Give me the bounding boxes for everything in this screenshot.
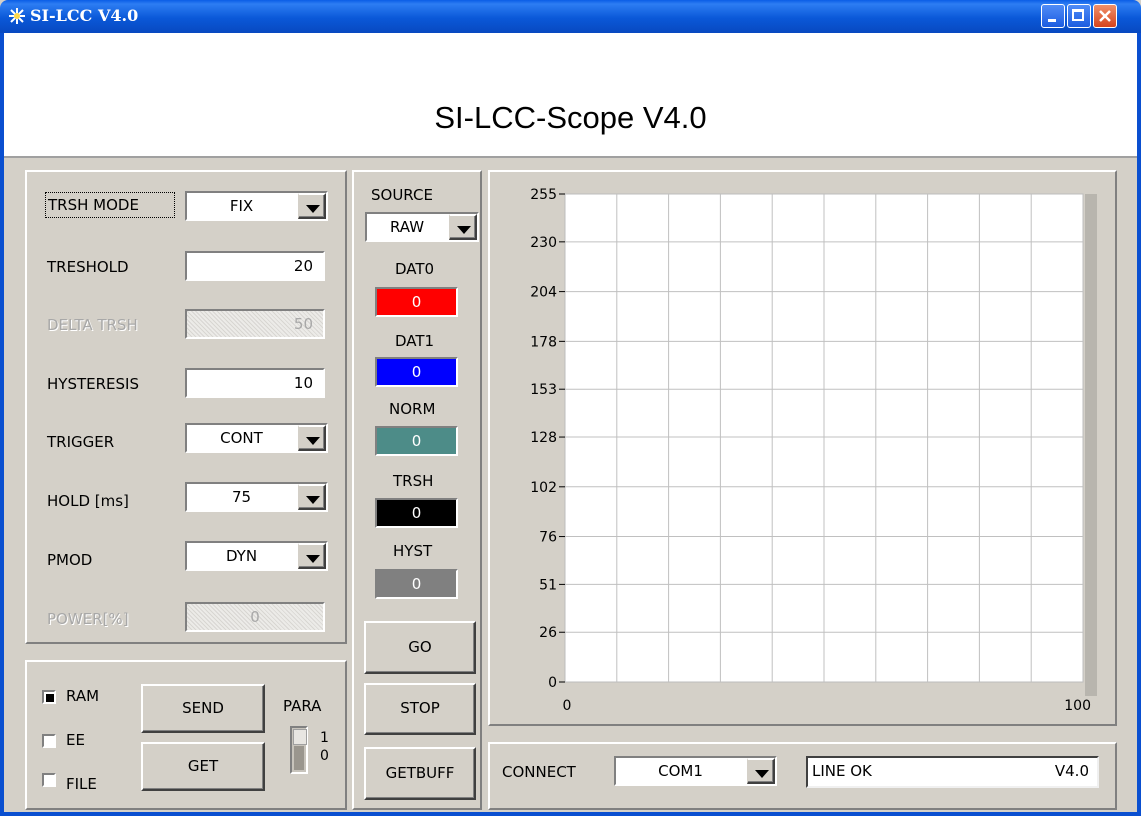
chart-x-ticks: 0 100 (563, 698, 1091, 714)
ram-label: RAM (66, 687, 100, 705)
ee-checkbox[interactable] (42, 734, 56, 748)
treshold-label: TRESHOLD (47, 258, 129, 276)
y-tick-label: 128 (530, 430, 557, 446)
y-tick-label: 76 (539, 530, 557, 546)
go-button[interactable]: GO (364, 621, 476, 674)
x-tick-label: 100 (1064, 698, 1091, 714)
scope-chart: 0 26 51 76 102 128 153 178 204 230 255 0 100 (530, 187, 1097, 714)
plot-shadow (1085, 194, 1097, 696)
close-button[interactable] (1093, 4, 1117, 28)
trsh-mode-value: FIX (229, 197, 254, 215)
hyst-label: HYST (393, 542, 433, 560)
file-checkbox[interactable] (42, 773, 56, 787)
treshold-input[interactable]: 20 (185, 251, 325, 281)
port-value: COM1 (658, 762, 703, 780)
source-value: RAW (389, 218, 425, 236)
line-status-text: LINE OK (812, 762, 872, 780)
connect-label: CONNECT (502, 763, 576, 781)
para-label: PARA (283, 697, 322, 715)
chevron-down-icon[interactable] (298, 193, 326, 219)
norm-indicator: 0 (375, 426, 458, 456)
y-tick-label: 51 (539, 577, 557, 593)
y-tick-label: 178 (530, 334, 557, 350)
chevron-down-icon[interactable] (298, 484, 326, 510)
delta-trsh-input: 50 (185, 309, 325, 339)
source-dropdown[interactable]: RAW (365, 212, 479, 242)
header-panel (4, 33, 1137, 158)
maximize-button[interactable] (1067, 4, 1091, 28)
para-zero-label: 0 (320, 748, 329, 764)
chevron-down-icon[interactable] (449, 214, 477, 240)
para-switch[interactable] (290, 726, 308, 774)
chart-grid (564, 193, 1097, 696)
trsh-mode-label: TRSH MODE (45, 192, 175, 218)
para-one-label: 1 (320, 730, 329, 746)
get-button[interactable]: GET (141, 742, 265, 791)
title-bar[interactable] (0, 0, 1141, 33)
y-tick-label: 255 (530, 187, 557, 203)
stop-button[interactable]: STOP (364, 683, 476, 735)
y-tick-label: 153 (530, 382, 557, 398)
para-switch-track (294, 746, 304, 770)
hysteresis-label: HYSTERESIS (47, 375, 139, 393)
version-text: V4.0 (1054, 762, 1089, 780)
maximize-icon (1072, 9, 1084, 21)
file-label: FILE (66, 775, 97, 793)
hold-dropdown[interactable]: 75 (185, 482, 328, 512)
y-tick-label: 0 (548, 675, 557, 691)
window-title: SI-LCC V4.0 (30, 6, 139, 25)
y-tick-label: 204 (530, 285, 557, 301)
pmod-dropdown[interactable]: DYN (185, 541, 328, 571)
hyst-indicator: 0 (375, 569, 458, 599)
trsh-mode-dropdown[interactable]: FIX (185, 191, 328, 221)
app-header-title: SI-LCC-Scope V4.0 (434, 100, 707, 135)
dat1-indicator: 0 (375, 357, 458, 387)
hysteresis-input[interactable]: 10 (185, 368, 325, 398)
app-icon (8, 7, 26, 25)
trsh-label: TRSH (393, 472, 434, 490)
hold-value: 75 (231, 488, 252, 506)
pmod-value: DYN (225, 547, 258, 565)
chevron-down-icon[interactable] (298, 543, 326, 569)
send-button[interactable]: SEND (141, 684, 265, 733)
y-tick-label: 230 (530, 235, 557, 251)
trigger-value: CONT (220, 429, 263, 447)
minimize-icon (1048, 19, 1056, 22)
chevron-down-icon[interactable] (298, 425, 326, 451)
parameter-panel (25, 170, 347, 644)
ram-checkbox[interactable] (42, 690, 56, 704)
dat1-label: DAT1 (395, 332, 435, 350)
minimize-button[interactable] (1041, 4, 1065, 28)
dat0-label: DAT0 (395, 260, 435, 278)
line-status-display: LINE OK V4.0 (806, 756, 1099, 788)
power-input: 0 (185, 602, 325, 632)
getbuff-button[interactable]: GETBUFF (364, 747, 476, 800)
ee-label: EE (66, 731, 85, 749)
hold-label: HOLD [ms] (47, 492, 129, 510)
y-tick-label: 102 (530, 480, 557, 496)
source-label: SOURCE (371, 186, 433, 204)
para-switch-handle[interactable] (293, 729, 307, 745)
trigger-label: TRIGGER (47, 433, 115, 451)
port-dropdown[interactable]: COM1 (614, 756, 777, 786)
y-tick-label: 26 (539, 625, 557, 641)
close-icon (1099, 10, 1111, 22)
delta-trsh-label: DELTA TRSH (47, 316, 138, 334)
power-label: POWER[%] (47, 610, 129, 628)
x-tick-label: 0 (563, 698, 572, 714)
norm-label: NORM (389, 400, 436, 418)
trsh-indicator: 0 (375, 498, 458, 528)
pmod-label: PMOD (47, 551, 93, 569)
chevron-down-icon[interactable] (747, 758, 775, 784)
trigger-dropdown[interactable]: CONT (185, 423, 328, 453)
dat0-indicator: 0 (375, 287, 458, 317)
